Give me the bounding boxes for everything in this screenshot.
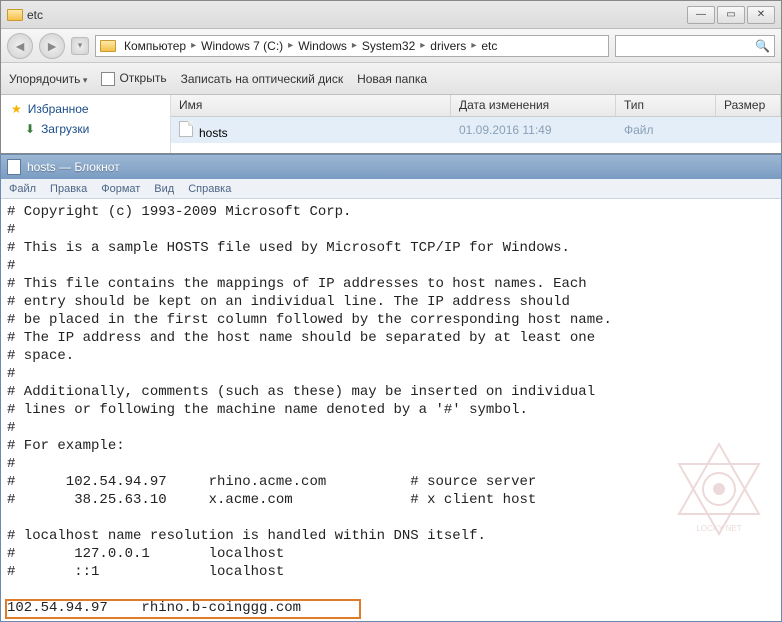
explorer-body: ★Избранное ⬇Загрузки Имя Дата изменения … xyxy=(1,95,781,153)
maximize-button[interactable]: ▭ xyxy=(717,6,745,24)
breadcrumb-item[interactable]: drivers xyxy=(428,39,468,53)
sidebar-downloads[interactable]: ⬇Загрузки xyxy=(9,119,162,139)
file-date: 01.09.2016 11:49 xyxy=(451,123,616,137)
notepad-title: hosts — Блокнот xyxy=(27,160,120,174)
notepad-icon xyxy=(7,159,21,175)
address-bar[interactable]: Компьютер▸ Windows 7 (C:)▸ Windows▸ Syst… xyxy=(95,35,609,57)
sidebar-favorites[interactable]: ★Избранное xyxy=(9,99,162,119)
explorer-window: etc — ▭ ✕ ◄ ► ▾ Компьютер▸ Windows 7 (C:… xyxy=(0,0,782,154)
menu-file[interactable]: Файл xyxy=(9,183,36,195)
menu-view[interactable]: Вид xyxy=(154,183,174,195)
file-name: hosts xyxy=(199,126,228,140)
chevron-right-icon: ▸ xyxy=(471,40,476,51)
file-icon xyxy=(179,121,193,137)
menu-help[interactable]: Справка xyxy=(188,183,231,195)
newfolder-button[interactable]: Новая папка xyxy=(357,72,427,86)
chevron-right-icon: ▸ xyxy=(288,40,293,51)
open-button[interactable]: Открыть xyxy=(101,71,166,86)
breadcrumb-item[interactable]: Компьютер xyxy=(122,39,188,53)
file-type: Файл xyxy=(616,123,716,137)
folder-icon xyxy=(7,9,23,21)
checkbox-icon xyxy=(101,72,115,86)
explorer-toolbar: Упорядочить Открыть Записать на оптическ… xyxy=(1,63,781,95)
folder-icon xyxy=(100,40,116,52)
search-icon: 🔍 xyxy=(755,39,770,53)
sidebar: ★Избранное ⬇Загрузки xyxy=(1,95,171,153)
star-icon: ★ xyxy=(11,102,22,116)
nav-row: ◄ ► ▾ Компьютер▸ Windows 7 (C:)▸ Windows… xyxy=(1,29,781,63)
minimize-button[interactable]: — xyxy=(687,6,715,24)
col-date[interactable]: Дата изменения xyxy=(451,95,616,116)
col-type[interactable]: Тип xyxy=(616,95,716,116)
file-list: Имя Дата изменения Тип Размер hosts 01.0… xyxy=(171,95,781,153)
history-dropdown[interactable]: ▾ xyxy=(71,37,89,55)
chevron-right-icon: ▸ xyxy=(420,40,425,51)
forward-button[interactable]: ► xyxy=(39,33,65,59)
back-button[interactable]: ◄ xyxy=(7,33,33,59)
col-name[interactable]: Имя xyxy=(171,95,451,116)
breadcrumb-item[interactable]: Windows 7 (C:) xyxy=(199,39,285,53)
col-size[interactable]: Размер xyxy=(716,95,781,116)
notepad-menubar: Файл Правка Формат Вид Справка xyxy=(1,179,781,199)
organize-button[interactable]: Упорядочить xyxy=(9,72,87,86)
column-headers: Имя Дата изменения Тип Размер xyxy=(171,95,781,117)
search-input[interactable]: 🔍 xyxy=(615,35,775,57)
menu-edit[interactable]: Правка xyxy=(50,183,87,195)
breadcrumb-item[interactable]: etc xyxy=(479,39,499,53)
highlight-box xyxy=(5,599,361,619)
window-title: etc xyxy=(27,8,43,22)
chevron-right-icon: ▸ xyxy=(191,40,196,51)
chevron-right-icon: ▸ xyxy=(352,40,357,51)
notepad-textarea[interactable]: # Copyright (c) 1993-2009 Microsoft Corp… xyxy=(1,199,781,621)
breadcrumb-item[interactable]: Windows xyxy=(296,39,349,53)
breadcrumb-item[interactable]: System32 xyxy=(360,39,417,53)
burn-button[interactable]: Записать на оптический диск xyxy=(181,72,344,86)
download-icon: ⬇ xyxy=(25,122,35,136)
explorer-titlebar[interactable]: etc — ▭ ✕ xyxy=(1,1,781,29)
notepad-window: hosts — Блокнот Файл Правка Формат Вид С… xyxy=(0,154,782,622)
notepad-titlebar[interactable]: hosts — Блокнот xyxy=(1,155,781,179)
menu-format[interactable]: Формат xyxy=(101,183,140,195)
close-button[interactable]: ✕ xyxy=(747,6,775,24)
file-row[interactable]: hosts 01.09.2016 11:49 Файл xyxy=(171,117,781,143)
